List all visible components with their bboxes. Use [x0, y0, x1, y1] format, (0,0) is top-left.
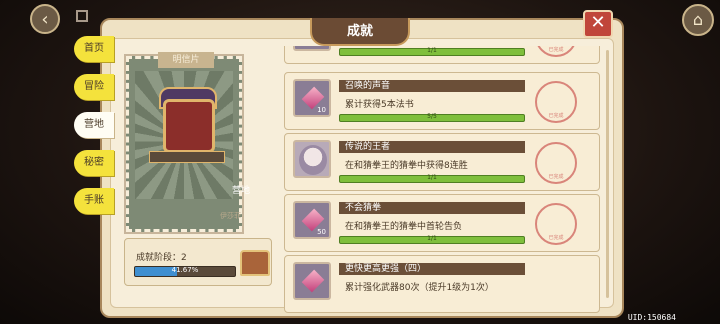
reward-count: 10: [317, 106, 326, 114]
stage-progress-label: 41.67%: [171, 266, 199, 274]
postcard-signature: 伊莎菲: [220, 212, 241, 220]
achievement-progress-label: 1/1: [427, 174, 437, 181]
achievement-title: 召唤的声音: [339, 80, 525, 92]
list-scrollbar[interactable]: [606, 50, 609, 298]
treasure-chest-icon[interactable]: [240, 250, 270, 276]
achievement-card: 10 召唤的声音 累计获得5本法书 5/5 已完成: [284, 72, 600, 130]
back-button[interactable]: ‹: [30, 4, 60, 34]
achievement-desc: 累计强化武器80次（提升1级为1次）: [345, 283, 494, 293]
tab-adventure[interactable]: 冒险: [74, 74, 114, 100]
achievement-card: 1/1 已完成: [284, 46, 600, 64]
achievement-list[interactable]: 1/1 已完成 10 召唤的声音 累计获得5本法书 5/5 已完成 传说的王者 …: [284, 46, 600, 316]
panel-title: 成就: [310, 18, 410, 46]
achievement-desc: 在和猜拳王的猜拳中获得8连胜: [345, 161, 468, 171]
gem-icon: 50: [293, 201, 331, 239]
achievement-progress-bar: 1/1: [339, 235, 525, 244]
tab-home[interactable]: 首页: [74, 36, 114, 62]
postcard-label: 营地: [232, 186, 251, 196]
achievement-progress-label: 1/1: [427, 47, 437, 54]
achievement-progress-bar: 1/1: [339, 174, 525, 183]
tab-journal[interactable]: 手账: [74, 188, 114, 214]
completed-seal-icon: 已完成: [535, 81, 577, 123]
postcard-stamp: [124, 54, 244, 234]
achievement-card: 50 不会猜拳 在和猜拳王的猜拳中首轮告负 1/1 已完成: [284, 194, 600, 252]
gem-icon: [293, 46, 331, 51]
postcard-header: 明信片: [158, 52, 214, 68]
close-button[interactable]: ✕: [583, 10, 613, 38]
achievement-progress-bar: 1/1: [339, 47, 525, 56]
completed-seal-icon: 已完成: [535, 46, 577, 57]
stage-label: 成就阶段：2: [136, 253, 187, 263]
achievement-title: 不会猜拳: [339, 202, 525, 214]
tab-camp[interactable]: 营地: [74, 112, 114, 138]
achievement-progress-label: 1/1: [427, 235, 437, 242]
avatar-icon: [293, 140, 331, 178]
uid-label: UID:150684: [627, 313, 676, 322]
achievement-desc: 累计获得5本法书: [345, 100, 414, 110]
gem-icon: 10: [293, 79, 331, 117]
home-button[interactable]: ⌂: [682, 4, 714, 36]
achievement-desc: 在和猜拳王的猜拳中首轮告负: [345, 222, 463, 232]
achievement-card: 传说的王者 在和猜拳王的猜拳中获得8连胜 1/1 已完成: [284, 133, 600, 191]
achievement-title: 传说的王者: [339, 141, 525, 153]
reward-count: 50: [317, 228, 326, 236]
camp-emblem-icon: [163, 99, 215, 153]
completed-seal-icon: 已完成: [535, 142, 577, 184]
emblem-ribbon: [149, 151, 225, 163]
completed-seal-icon: 已完成: [535, 203, 577, 245]
grid-icon[interactable]: [76, 10, 88, 22]
stage-progress-bar: 41.67%: [134, 266, 236, 277]
side-tabs: 首页 冒险 营地 秘密 手账: [74, 36, 114, 226]
achievement-progress-bar: 5/5: [339, 113, 525, 122]
achievement-card: 更快更高更强（四） 累计强化武器80次（提升1级为1次）: [284, 255, 600, 313]
tab-secret[interactable]: 秘密: [74, 150, 114, 176]
achievement-title: 更快更高更强（四）: [339, 263, 525, 275]
gem-icon: [293, 262, 331, 300]
achievement-progress-label: 5/5: [427, 113, 437, 120]
